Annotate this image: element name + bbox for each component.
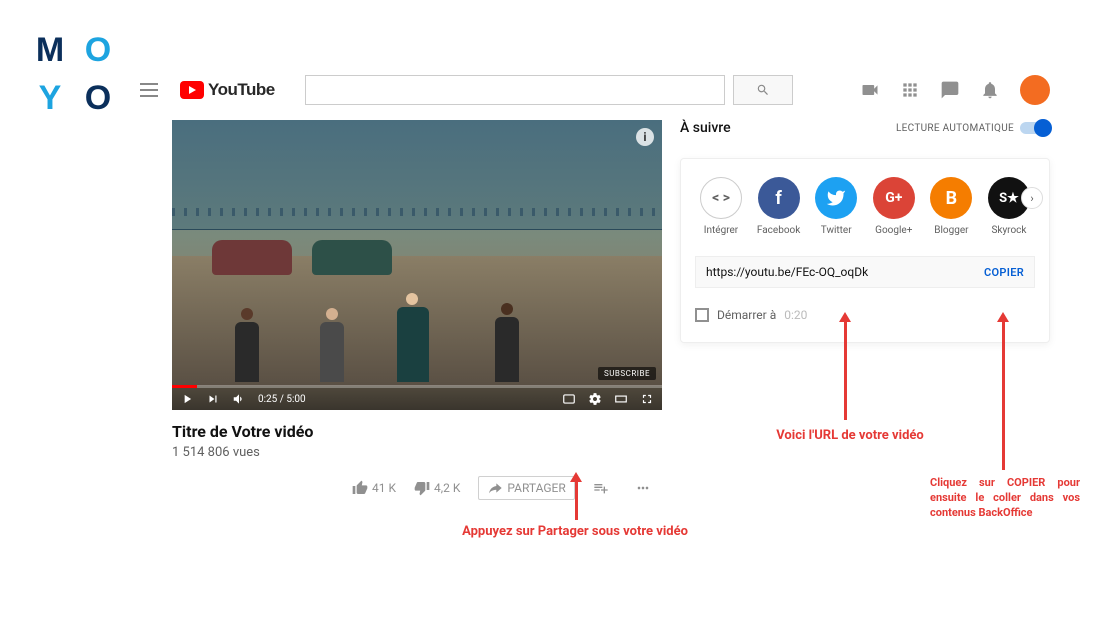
apps-icon[interactable]: [900, 80, 920, 100]
search-icon: [756, 83, 770, 97]
share-embed[interactable]: < > Intégrer: [695, 177, 747, 236]
subscribe-badge[interactable]: SUBSCRIBE: [598, 367, 656, 380]
upnext-label: À suivre: [680, 120, 731, 136]
like-count: 41 K: [372, 481, 396, 495]
scene-car-1: [212, 240, 292, 275]
share-label: PARTAGER: [507, 481, 565, 495]
thumb-down-icon: [414, 480, 430, 496]
search-box: [305, 75, 725, 105]
google-plus-icon: G+: [873, 177, 915, 219]
moyo-y: Y: [30, 78, 70, 118]
info-icon[interactable]: i: [636, 128, 654, 146]
menu-icon[interactable]: [140, 78, 164, 102]
start-at-checkbox[interactable]: [695, 308, 709, 322]
video-info: Titre de Votre vidéo 1 514 806 vues 41 K…: [172, 410, 662, 512]
share-blogger[interactable]: B Blogger: [925, 177, 977, 236]
scene-person-2: [317, 308, 347, 382]
annotation-share: Appuyez sur Partager sous votre vidéo: [430, 524, 720, 539]
scene-person-4: [492, 303, 522, 382]
share-google[interactable]: G+ Google+: [868, 177, 920, 236]
share-facebook[interactable]: f Facebook: [753, 177, 805, 236]
share-panel: < > Intégrer f Facebook Twitter G+ Googl…: [680, 158, 1050, 343]
youtube-play-icon: [180, 81, 204, 99]
annotation-copy: Cliquez sur COPIER pour ensuite le colle…: [930, 476, 1080, 521]
moyo-logo: M O Y O: [30, 30, 118, 118]
play-icon[interactable]: [180, 392, 194, 406]
more-icon: [635, 480, 651, 496]
twitter-label: Twitter: [821, 225, 852, 236]
annotation-arrow-copy: [1002, 320, 1005, 470]
share-url-row: https://youtu.be/FEc-OQ_oqDk COPIER: [695, 256, 1035, 288]
upnext-row: À suivre LECTURE AUTOMATIQUE: [680, 118, 1050, 138]
next-icon[interactable]: [206, 392, 220, 406]
moyo-m: M: [30, 30, 70, 70]
share-twitter[interactable]: Twitter: [810, 177, 862, 236]
add-to-button[interactable]: [593, 480, 609, 496]
blogger-icon: B: [930, 177, 972, 219]
twitter-icon: [815, 177, 857, 219]
annotation-url: Voici l'URL de votre vidéo: [760, 428, 940, 443]
youtube-logo-text: YouTube: [208, 80, 275, 100]
moyo-o2: O: [78, 78, 118, 118]
start-at-row: Démarrer à 0:20: [695, 308, 1035, 322]
user-avatar[interactable]: [1020, 75, 1050, 105]
autoplay-label: LECTURE AUTOMATIQUE: [896, 123, 1014, 134]
thumb-up-icon: [352, 480, 368, 496]
embed-icon: < >: [700, 177, 742, 219]
start-at-label: Démarrer à: [717, 308, 776, 322]
autoplay-toggle[interactable]: [1020, 122, 1050, 134]
annotation-arrow-share: [575, 480, 578, 520]
like-button[interactable]: 41 K: [352, 480, 396, 496]
dislike-count: 4,2 K: [434, 481, 460, 495]
share-icon: [487, 480, 503, 496]
autoplay-control: LECTURE AUTOMATIQUE: [896, 122, 1050, 134]
scene-person-3: [397, 293, 427, 382]
fullscreen-icon[interactable]: [640, 392, 654, 406]
right-column: À suivre LECTURE AUTOMATIQUE < > Intégre…: [680, 118, 1050, 343]
header-right: [860, 75, 1050, 105]
dislike-button[interactable]: 4,2 K: [414, 480, 460, 496]
video-player[interactable]: i SUBSCRIBE 0:25 / 5:00: [172, 120, 662, 410]
video-views: 1 514 806 vues: [172, 445, 662, 460]
search-input[interactable]: [306, 76, 724, 104]
blogger-label: Blogger: [934, 225, 968, 236]
video-area: i SUBSCRIBE 0:25 / 5:00 Titre de Votre v…: [172, 120, 662, 512]
google-label: Google+: [875, 225, 912, 236]
share-url[interactable]: https://youtu.be/FEc-OQ_oqDk: [706, 265, 984, 279]
share-icons-row: < > Intégrer f Facebook Twitter G+ Googl…: [695, 177, 1035, 236]
settings-icon[interactable]: [588, 392, 602, 406]
share-button[interactable]: PARTAGER: [478, 476, 574, 500]
annotation-arrow-url: [844, 320, 847, 420]
share-next-arrow[interactable]: ›: [1021, 187, 1043, 209]
scene-person-1: [232, 308, 262, 382]
video-title: Titre de Votre vidéo: [172, 422, 662, 441]
scene-railing: [172, 208, 662, 216]
volume-icon[interactable]: [232, 392, 246, 406]
more-button[interactable]: [635, 480, 651, 496]
notifications-icon[interactable]: [980, 80, 1000, 100]
facebook-label: Facebook: [757, 225, 800, 236]
video-actions: 41 K 4,2 K PARTAGER: [352, 476, 662, 500]
scene-car-2: [312, 240, 392, 275]
embed-label: Intégrer: [704, 225, 738, 236]
time-display: 0:25 / 5:00: [258, 394, 306, 405]
create-video-icon[interactable]: [860, 80, 880, 100]
messages-icon[interactable]: [940, 80, 960, 100]
search-button[interactable]: [733, 75, 793, 105]
theater-icon[interactable]: [614, 392, 628, 406]
facebook-icon: f: [758, 177, 800, 219]
captions-icon[interactable]: [562, 392, 576, 406]
start-at-time: 0:20: [784, 308, 807, 322]
skyrock-label: Skyrock: [991, 225, 1026, 236]
youtube-header: YouTube: [140, 70, 1050, 110]
youtube-logo[interactable]: YouTube: [180, 80, 275, 100]
copy-button[interactable]: COPIER: [984, 266, 1024, 279]
playlist-add-icon: [593, 480, 609, 496]
player-controls: 0:25 / 5:00: [172, 388, 662, 410]
moyo-o1: O: [78, 30, 118, 70]
